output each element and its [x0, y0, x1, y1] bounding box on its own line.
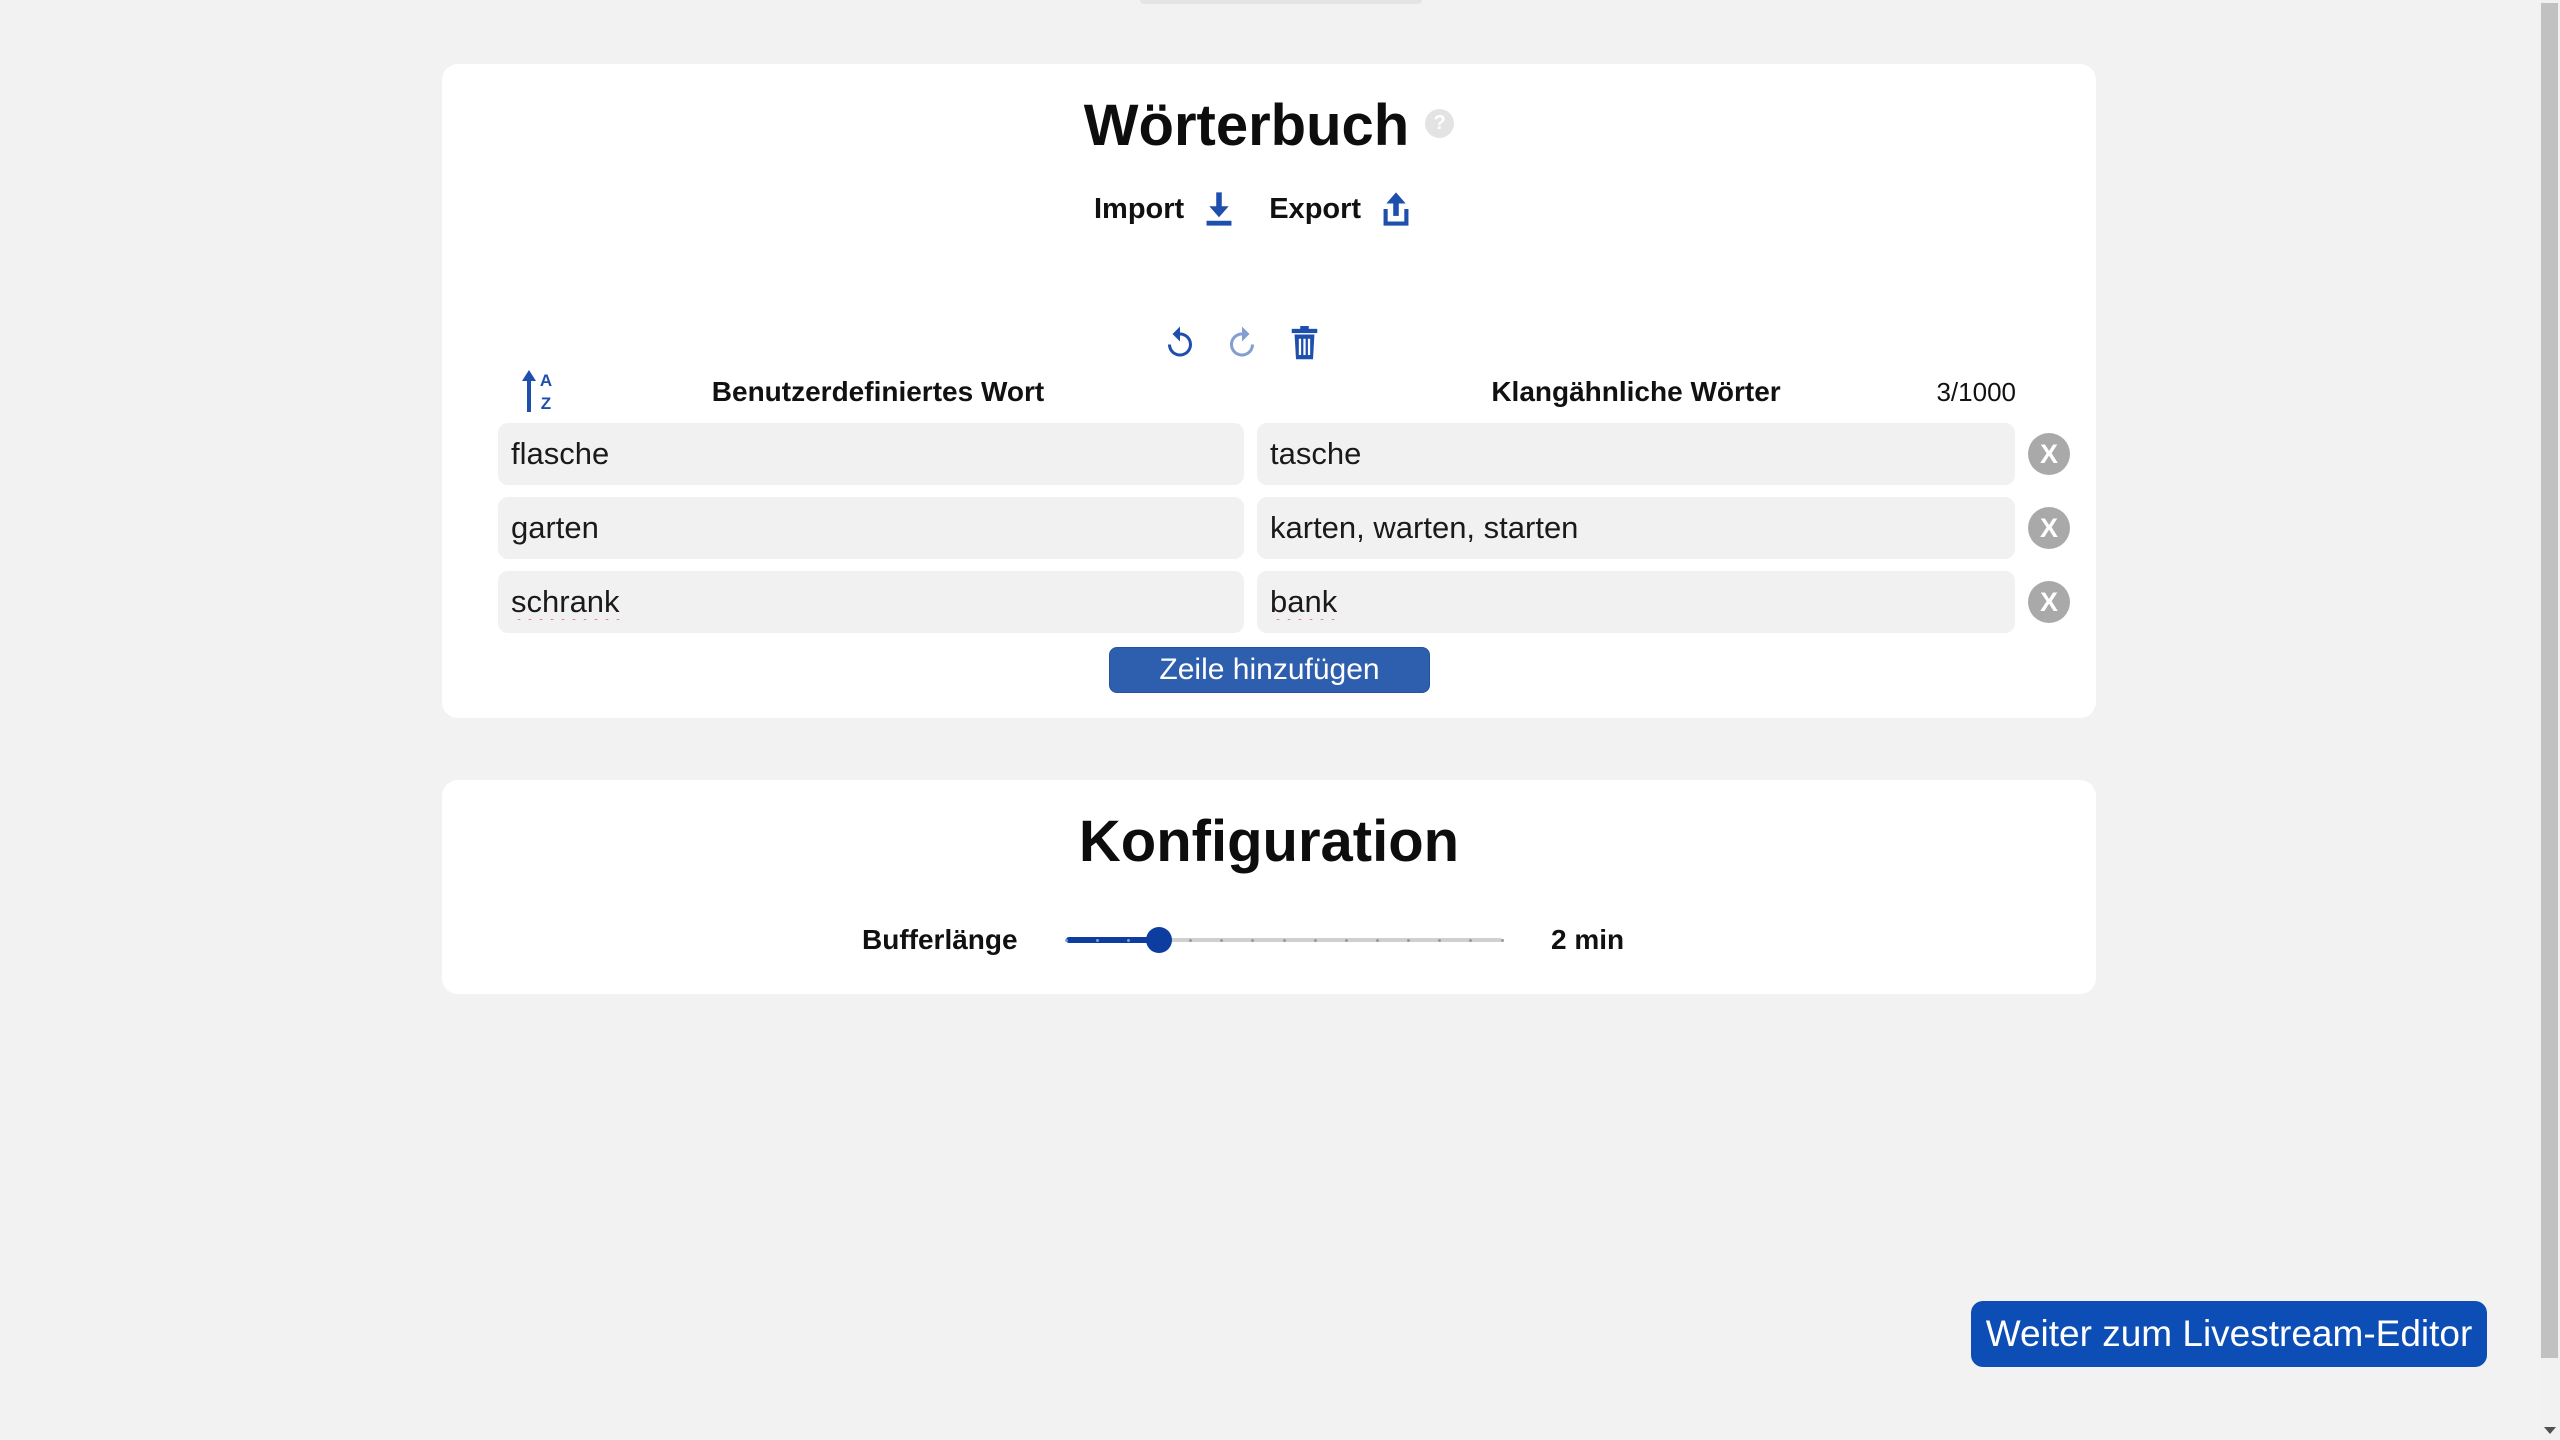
buffer-length-label: Bufferlänge [862, 924, 1018, 955]
configuration-title-row: Konfiguration [442, 807, 2096, 877]
scroll-down-arrow-icon[interactable] [2544, 1427, 2556, 1434]
remove-row-button[interactable]: X [2028, 507, 2070, 549]
redo-button[interactable] [1224, 325, 1260, 361]
vertical-scrollbar[interactable] [2539, 0, 2560, 1440]
slider-tick [1282, 939, 1286, 942]
import-label: Import [1094, 192, 1185, 225]
import-button[interactable]: Import [1094, 191, 1236, 227]
upload-icon [1383, 192, 1409, 226]
slider-tick [1064, 939, 1068, 942]
entry-count: 3/1000 [1936, 377, 2016, 407]
import-export-row: Import Export [1094, 191, 1413, 227]
slider-tick [1500, 939, 1504, 942]
delete-all-button[interactable] [1286, 325, 1322, 361]
dictionary-card: Wörterbuch ? Import Export A Z Benutzerd… [442, 64, 2096, 718]
question-circle-icon[interactable]: ? [1425, 108, 1455, 138]
continue-to-livestream-editor-button[interactable]: Weiter zum Livestream-Editor [1971, 1301, 2487, 1367]
custom-word-input[interactable] [498, 571, 1244, 633]
top-overlay-edge [1140, 0, 1422, 4]
configuration-card: Konfiguration Bufferlänge 2 min [442, 780, 2096, 994]
download-icon [1206, 192, 1232, 226]
slider-tick [1375, 939, 1379, 942]
custom-word-input[interactable] [498, 497, 1244, 559]
slider-tick [1126, 939, 1130, 942]
dictionary-title: Wörterbuch [1083, 93, 1410, 158]
slider-tick [1313, 939, 1317, 942]
column-header-similar-words: Klangähnliche Wörter [1491, 376, 1781, 407]
slider-tick [1344, 939, 1348, 942]
dictionary-toolbar [1162, 325, 1322, 361]
buffer-length-slider[interactable] [1064, 922, 1504, 958]
undo-button[interactable] [1162, 325, 1198, 361]
add-row-button[interactable]: Zeile hinzufügen [1109, 647, 1430, 693]
dictionary-row: X [498, 423, 2070, 485]
buffer-slider-thumb[interactable] [1146, 927, 1173, 953]
similar-words-input[interactable] [1257, 423, 2015, 485]
undo-icon [1168, 326, 1192, 357]
buffer-length-row: Bufferlänge 2 min [442, 922, 2096, 958]
buffer-length-value: 2 min [1551, 924, 1625, 955]
trash-icon [1291, 326, 1317, 360]
column-header-custom-word: Benutzerdefiniertes Wort [711, 376, 1045, 407]
dictionary-row: X [498, 571, 2070, 633]
similar-words-input[interactable] [1257, 571, 2015, 633]
close-icon: X [2039, 586, 2058, 617]
dictionary-row: X [498, 497, 2070, 559]
close-icon: X [2039, 512, 2058, 543]
remove-row-button[interactable]: X [2028, 433, 2070, 475]
export-label: Export [1269, 192, 1362, 225]
slider-tick [1095, 939, 1099, 942]
custom-word-input[interactable] [498, 423, 1244, 485]
buffer-slider-fill [1066, 937, 1160, 943]
configuration-title: Konfiguration [1078, 809, 1460, 874]
remove-row-button[interactable]: X [2028, 581, 2070, 623]
similar-words-input[interactable] [1257, 497, 2015, 559]
dictionary-rows: X X X [498, 423, 2070, 633]
scrollbar-thumb[interactable] [2541, 3, 2558, 1358]
export-button[interactable]: Export [1269, 191, 1413, 227]
redo-icon [1230, 326, 1254, 357]
close-icon: X [2039, 438, 2058, 469]
dictionary-title-row: Wörterbuch ? [442, 91, 2096, 161]
